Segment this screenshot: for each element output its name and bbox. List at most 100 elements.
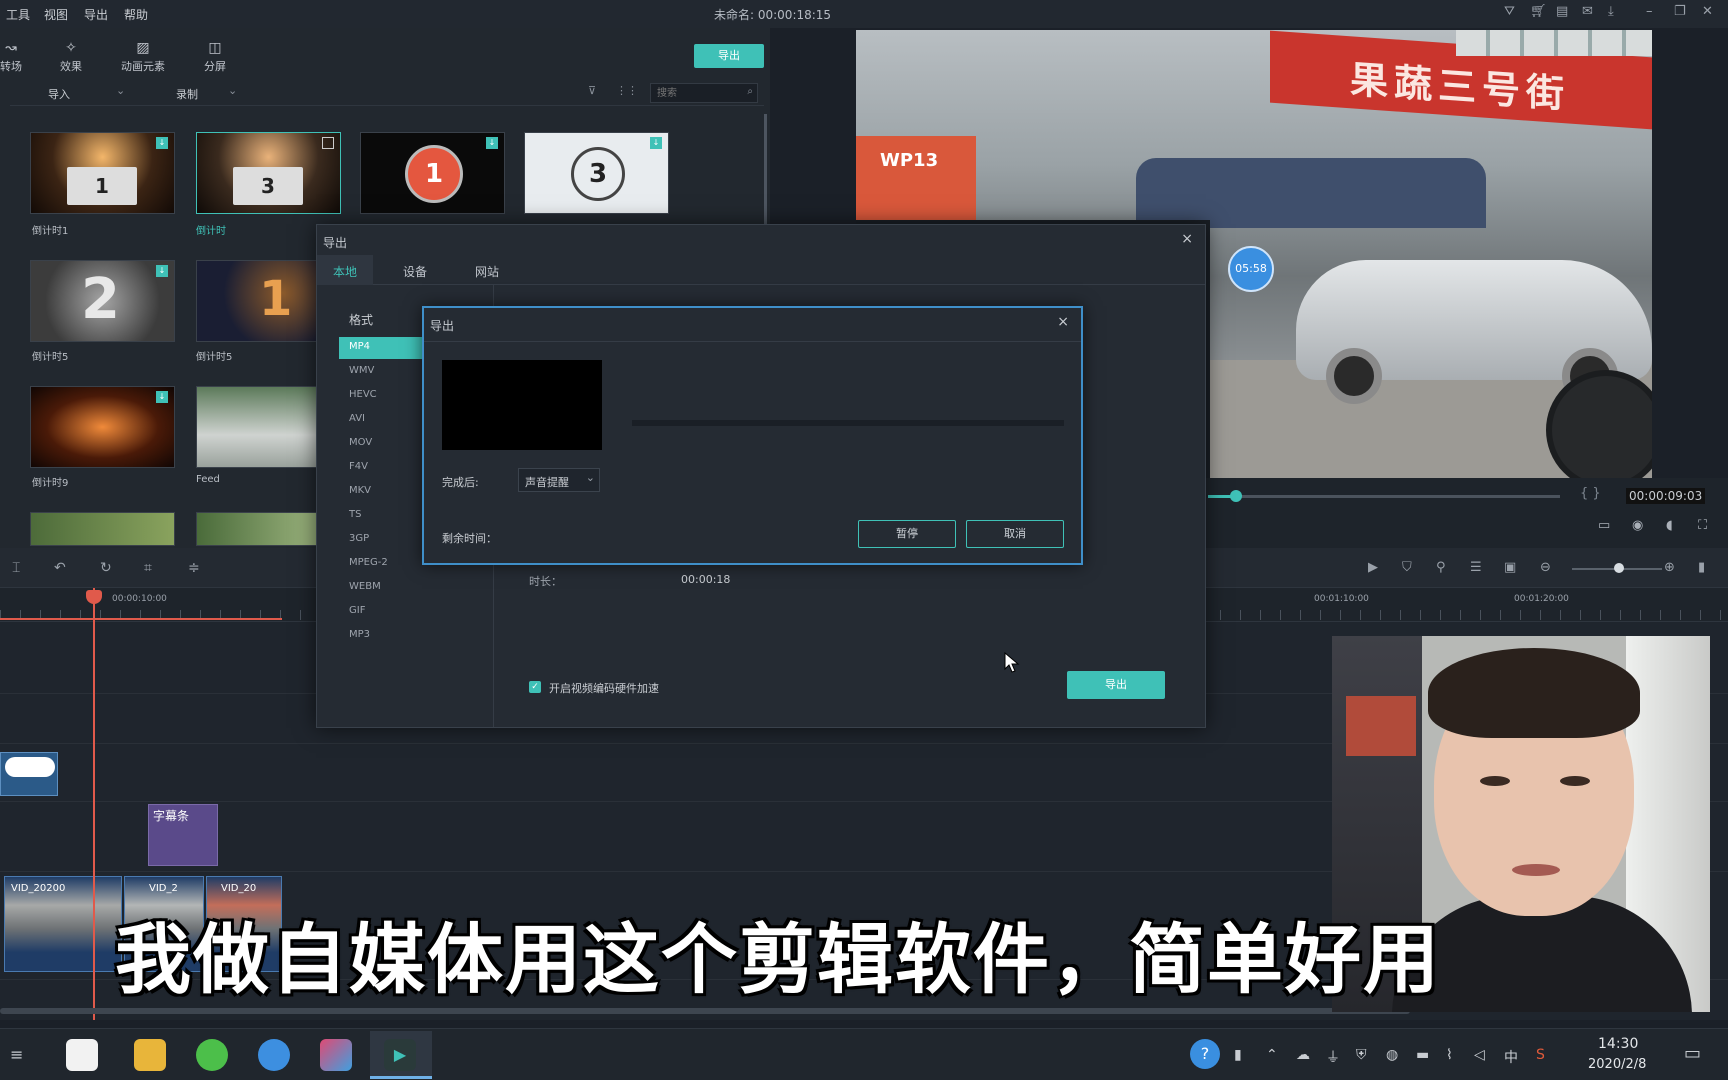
wifi-icon[interactable]: ⌇ bbox=[1446, 1047, 1453, 1063]
snapshot-icon[interactable]: ◉ bbox=[1632, 518, 1643, 533]
element-clip[interactable] bbox=[0, 752, 58, 796]
mixer-icon[interactable]: ☰ bbox=[1470, 560, 1482, 575]
format-mpeg2[interactable]: MPEG-2 bbox=[349, 557, 388, 568]
paint-app-icon[interactable] bbox=[320, 1039, 352, 1071]
cloud-icon[interactable]: ☁︎ bbox=[1296, 1047, 1310, 1063]
caption-icon[interactable]: ▣ bbox=[1504, 560, 1516, 575]
format-mp3[interactable]: MP3 bbox=[349, 629, 370, 640]
chevron-down-icon[interactable]: ⌄ bbox=[228, 84, 237, 97]
format-f4v[interactable]: F4V bbox=[349, 461, 368, 472]
thumbnail-cycling[interactable] bbox=[30, 512, 175, 546]
file-explorer-icon[interactable] bbox=[134, 1039, 166, 1071]
format-hevc[interactable]: HEVC bbox=[349, 389, 377, 400]
download-icon[interactable]: ↓ bbox=[650, 137, 662, 149]
battery-icon[interactable]: ▮ bbox=[1234, 1047, 1242, 1063]
adjust-icon[interactable]: ≑ bbox=[188, 560, 200, 576]
thumbnail-countdown-2[interactable]: 2 ↓ bbox=[30, 260, 175, 342]
export-button[interactable]: 导出 bbox=[1067, 671, 1165, 699]
chevron-up-icon[interactable]: ⌃ bbox=[1266, 1047, 1278, 1063]
help-icon[interactable]: ? bbox=[1190, 1039, 1220, 1069]
tool-split-screen[interactable]: ◫ 分屏 bbox=[180, 40, 250, 74]
zoom-out-icon[interactable]: ⊖ bbox=[1540, 560, 1551, 575]
format-avi[interactable]: AVI bbox=[349, 413, 365, 424]
clock-date[interactable]: 2020/2/8 bbox=[1588, 1057, 1646, 1072]
display-icon[interactable]: ▭ bbox=[1598, 518, 1610, 533]
maximize-icon[interactable]: ❐ bbox=[1674, 4, 1686, 19]
export-button-top[interactable]: 导出 bbox=[694, 44, 764, 68]
usb-icon[interactable]: ⏚ bbox=[1326, 1047, 1340, 1067]
playback-progress[interactable] bbox=[1208, 495, 1560, 498]
format-wmv[interactable]: WMV bbox=[349, 365, 374, 376]
media-icon[interactable]: ▤ bbox=[1556, 4, 1568, 19]
close-icon[interactable]: × bbox=[1181, 231, 1193, 247]
marker-icon[interactable]: ⛉ bbox=[1402, 560, 1412, 575]
redo-icon[interactable]: ↻ bbox=[100, 560, 112, 576]
crop-icon[interactable]: ⌗ bbox=[144, 560, 152, 576]
network-icon[interactable]: ◍ bbox=[1386, 1047, 1398, 1063]
clock-time[interactable]: 14:30 bbox=[1598, 1036, 1638, 1052]
minimize-icon[interactable]: – bbox=[1646, 4, 1653, 19]
import-dropdown[interactable]: 导入 bbox=[48, 86, 70, 102]
timeline-playhead[interactable] bbox=[93, 588, 95, 1020]
format-webm[interactable]: WEBM bbox=[349, 581, 381, 592]
grid-view-icon[interactable]: ⋮⋮ bbox=[616, 84, 638, 97]
thumbnail-countdown-circle-1[interactable]: 1 ↓ bbox=[360, 132, 505, 214]
record-dropdown[interactable]: 录制 bbox=[176, 86, 198, 102]
hw-accel-checkbox[interactable]: ✓ bbox=[529, 681, 541, 693]
thumbnail-countdown-fire[interactable]: ↓ bbox=[30, 386, 175, 468]
tool-effects[interactable]: ✧ 效果 bbox=[36, 40, 106, 74]
download-icon[interactable]: ↓ bbox=[156, 265, 168, 277]
library-scrollbar[interactable] bbox=[764, 114, 767, 224]
fullscreen-icon[interactable]: ⛶ bbox=[1698, 518, 1707, 533]
split-icon[interactable]: ⌶ bbox=[12, 560, 20, 576]
after-complete-select[interactable]: 声音提醒 ⌄ bbox=[518, 468, 600, 492]
cancel-button[interactable]: 取消 bbox=[966, 520, 1064, 548]
zoom-in-icon[interactable]: ⊕ bbox=[1664, 560, 1675, 575]
menu-export[interactable]: 导出 bbox=[84, 6, 108, 23]
speaker-icon[interactable]: ◁ bbox=[1474, 1047, 1485, 1063]
tab-local[interactable]: 本地 bbox=[333, 263, 357, 280]
ime-indicator[interactable]: 中 bbox=[1504, 1047, 1518, 1067]
format-mkv[interactable]: MKV bbox=[349, 485, 371, 496]
thumbnail-countdown-1[interactable]: 1 ↓ bbox=[30, 132, 175, 214]
tool-elements[interactable]: ▨ 动画元素 bbox=[108, 40, 178, 74]
undo-icon[interactable]: ↶ bbox=[54, 560, 66, 576]
format-gif[interactable]: GIF bbox=[349, 605, 365, 616]
volume-icon[interactable]: ◖ bbox=[1666, 518, 1673, 533]
mic-icon[interactable]: ⚲ bbox=[1436, 560, 1446, 575]
filmora-taskbar-item[interactable]: ▶ bbox=[370, 1031, 432, 1079]
browser-icon[interactable] bbox=[258, 1039, 290, 1071]
download-icon[interactable]: ↓ bbox=[156, 137, 168, 149]
mail-icon[interactable]: ✉︎ bbox=[1582, 4, 1593, 19]
sogou-icon[interactable]: S bbox=[1536, 1047, 1545, 1063]
format-3gp[interactable]: 3GP bbox=[349, 533, 369, 544]
menu-help[interactable]: 帮助 bbox=[124, 6, 148, 23]
menu-view[interactable]: 视图 bbox=[44, 6, 68, 23]
search-input[interactable] bbox=[651, 84, 735, 102]
playhead-handle[interactable] bbox=[1230, 490, 1242, 502]
thumbnail-countdown-circle-3[interactable]: 3 ↓ bbox=[524, 132, 669, 214]
format-ts[interactable]: TS bbox=[349, 509, 361, 520]
browser-360-icon[interactable] bbox=[196, 1039, 228, 1071]
tab-website[interactable]: 网站 bbox=[475, 263, 499, 280]
task-view-icon[interactable]: ≡ bbox=[10, 1045, 23, 1064]
notification-icon[interactable]: ▭ bbox=[1684, 1043, 1701, 1064]
brackets-icon[interactable]: { } bbox=[1580, 486, 1601, 501]
app-launcher-icon[interactable] bbox=[66, 1039, 98, 1071]
filter-icon[interactable]: ⊽ bbox=[588, 84, 596, 97]
render-icon[interactable]: ▶ bbox=[1368, 560, 1378, 575]
menu-tools[interactable]: 工具 bbox=[6, 6, 30, 23]
panel-toggle-icon[interactable]: ▮ bbox=[1698, 560, 1705, 575]
timeline-scrollbar[interactable] bbox=[0, 1008, 1410, 1014]
download-icon[interactable]: ⤓ bbox=[1608, 4, 1614, 19]
download-icon[interactable]: ↓ bbox=[486, 137, 498, 149]
pause-button[interactable]: 暂停 bbox=[858, 520, 956, 548]
close-window-icon[interactable]: ✕ bbox=[1702, 4, 1713, 19]
security-icon[interactable]: ⛨ bbox=[1356, 1047, 1367, 1063]
video-clip[interactable]: VID_20200 bbox=[4, 876, 122, 972]
cart-icon[interactable]: 🛒︎ bbox=[1530, 4, 1547, 19]
title-clip[interactable]: 字幕条 bbox=[148, 804, 218, 866]
search-icon[interactable]: ⌕ bbox=[747, 86, 753, 97]
close-icon[interactable]: × bbox=[1057, 314, 1069, 330]
account-icon[interactable]: ⛛ bbox=[1504, 4, 1515, 19]
